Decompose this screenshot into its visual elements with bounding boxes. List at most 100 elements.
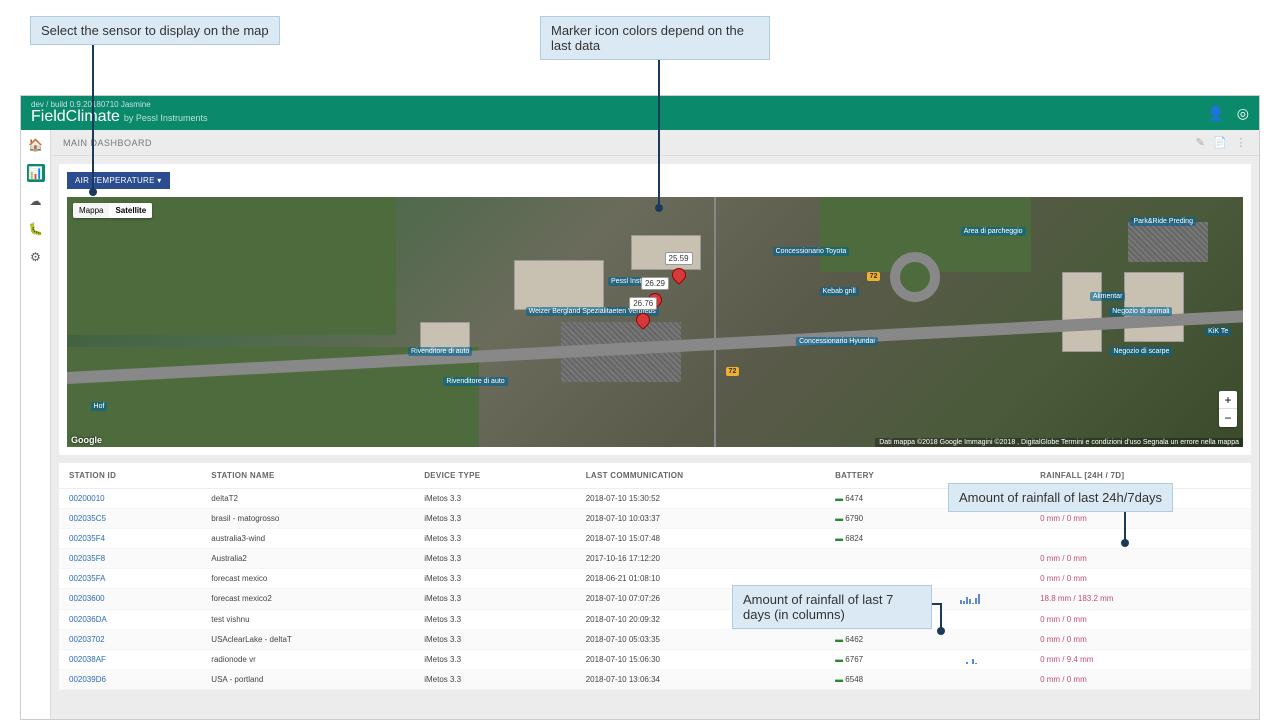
col-station-name[interactable]: STATION NAME	[201, 463, 414, 489]
annotation-dot	[89, 188, 97, 196]
sensor-select-button[interactable]: AIR TEMPERATURE	[67, 172, 170, 189]
annotation-line	[658, 60, 660, 208]
station-name-cell: deltaT2	[201, 489, 414, 509]
device-type-cell: iMetos 3.3	[414, 509, 575, 529]
copy-icon[interactable]: 📄	[1213, 136, 1227, 149]
left-nav: 🏠 📊 ☁ 🐛 ⚙	[21, 130, 51, 719]
battery-cell: 6474	[825, 489, 950, 509]
annotation-dot	[655, 204, 663, 212]
edit-icon[interactable]: ✎	[1196, 136, 1206, 149]
rainfall-spark-cell	[950, 529, 1030, 549]
map-view[interactable]: 72 72 Pessl Instrum Weizer Bergland Spez…	[67, 197, 1243, 447]
map-poi: Hof	[91, 402, 108, 411]
annotation-rainfall-24h: Amount of rainfall of last 24h/7days	[948, 483, 1173, 512]
station-id-link[interactable]: 002035F4	[69, 534, 105, 543]
device-type-cell: iMetos 3.3	[414, 549, 575, 569]
station-name-cell: USA - portland	[201, 670, 414, 690]
content-area: MAIN DASHBOARD ✎ 📄 ⋮ AIR TEMPERATURE	[51, 130, 1259, 719]
col-station-id[interactable]: STATION ID	[59, 463, 201, 489]
map-poi: Rivenditore di auto	[443, 377, 507, 386]
rainfall-spark-cell	[950, 569, 1030, 589]
device-type-cell: iMetos 3.3	[414, 569, 575, 589]
battery-cell: 6548	[825, 670, 950, 690]
station-id-link[interactable]: 00203702	[69, 635, 105, 644]
last-comm-cell: 2018-07-10 05:03:35	[576, 629, 825, 649]
marker-pin-icon	[633, 310, 653, 330]
more-icon[interactable]: ⋮	[1236, 136, 1248, 149]
device-type-cell: iMetos 3.3	[414, 670, 575, 690]
last-comm-cell: 2018-07-10 13:06:34	[576, 670, 825, 690]
rainfall-spark-cell	[950, 609, 1030, 629]
zoom-out-button[interactable]: −	[1219, 409, 1237, 427]
station-id-link[interactable]: 002036DA	[69, 615, 107, 624]
map-zoom-controls: + −	[1219, 391, 1237, 427]
station-id-link[interactable]: 002035C5	[69, 514, 106, 523]
nav-chart-icon[interactable]: 📊	[27, 164, 45, 182]
road-label: 72	[726, 367, 740, 376]
brand-sub: by Pessl Instruments	[124, 113, 208, 123]
sparkline-icon	[960, 594, 981, 604]
last-comm-cell: 2018-07-10 15:07:48	[576, 529, 825, 549]
rainfall-spark-cell	[950, 589, 1030, 610]
zoom-in-button[interactable]: +	[1219, 391, 1237, 409]
map-road	[714, 197, 716, 447]
station-id-link[interactable]: 002039D6	[69, 675, 106, 684]
rainfall-cell	[1030, 529, 1251, 549]
nav-bug-icon[interactable]: 🐛	[27, 220, 45, 238]
annotation-marker-colors: Marker icon colors depend on the last da…	[540, 16, 770, 60]
station-name-cell: australia3-wind	[201, 529, 414, 549]
device-type-cell: iMetos 3.3	[414, 529, 575, 549]
rainfall-cell: 18.8 mm / 183.2 mm	[1030, 589, 1251, 610]
table-row: 002035F8Australia2iMetos 3.32017-10-16 1…	[59, 549, 1251, 569]
marker-label: 26.29	[641, 277, 669, 290]
station-id-link[interactable]: 00203600	[69, 594, 105, 603]
dashboard-title: MAIN DASHBOARD	[63, 138, 152, 148]
last-comm-cell: 2018-07-10 15:30:52	[576, 489, 825, 509]
map-poi: Negozio di animali	[1109, 307, 1172, 316]
rainfall-spark-cell	[950, 629, 1030, 649]
station-name-cell: radionode vr	[201, 649, 414, 669]
map-poi: Kebab grill	[820, 287, 859, 296]
station-name-cell: USAclearLake - deltaT	[201, 629, 414, 649]
station-name-cell: forecast mexico2	[201, 589, 414, 610]
table-row: 002038AFradionode vriMetos 3.32018-07-10…	[59, 649, 1251, 669]
rainfall-cell: 0 mm / 0 mm	[1030, 609, 1251, 629]
station-id-link[interactable]: 002035F8	[69, 554, 105, 563]
station-name-cell: brasil - matogrosso	[201, 509, 414, 529]
marker-pin-icon	[669, 265, 689, 285]
nav-settings-icon[interactable]: ⚙	[27, 248, 45, 266]
station-id-link[interactable]: 00200010	[69, 494, 105, 503]
col-last-comm[interactable]: LAST COMMUNICATION	[576, 463, 825, 489]
map-type-map[interactable]: Mappa	[73, 203, 109, 218]
device-type-cell: iMetos 3.3	[414, 629, 575, 649]
rainfall-cell: 0 mm / 0 mm	[1030, 569, 1251, 589]
map-roundabout	[890, 252, 940, 302]
map-marker[interactable]: 26.76	[629, 299, 657, 327]
map-poi: Rivenditore di auto	[408, 347, 472, 356]
nav-cloud-icon[interactable]: ☁	[27, 192, 45, 210]
station-id-link[interactable]: 002035FA	[69, 574, 105, 583]
rainfall-spark-cell	[950, 670, 1030, 690]
map-type-toggle[interactable]: Mappa Satellite	[73, 203, 152, 218]
map-poi: Alimentar	[1090, 292, 1126, 301]
device-type-cell: iMetos 3.3	[414, 609, 575, 629]
nav-home-icon[interactable]: 🏠	[27, 136, 45, 154]
station-name-cell: forecast mexico	[201, 569, 414, 589]
annotation-sensor-select: Select the sensor to display on the map	[30, 16, 280, 45]
battery-cell: 6824	[825, 529, 950, 549]
station-id-link[interactable]: 002038AF	[69, 655, 106, 664]
map-parking	[1128, 222, 1208, 262]
app-frame: dev / build 0.9.20180710 Jasmine FieldCl…	[20, 95, 1260, 720]
device-type-cell: iMetos 3.3	[414, 589, 575, 610]
map-poi: Concessionario Hyundai	[796, 337, 878, 346]
map-provider-logo: Google	[71, 435, 102, 445]
table-row: 002036DAtest vishnuiMetos 3.32018-07-10 …	[59, 609, 1251, 629]
signal-icon[interactable]: ◎	[1237, 105, 1249, 122]
map-poi: Area di parcheggio	[961, 227, 1026, 236]
map-building	[1062, 272, 1102, 352]
map-type-satellite[interactable]: Satellite	[109, 203, 152, 218]
col-device-type[interactable]: DEVICE TYPE	[414, 463, 575, 489]
user-icon[interactable]: 👤	[1207, 105, 1224, 122]
col-battery[interactable]: BATTERY	[825, 463, 950, 489]
station-name-cell: test vishnu	[201, 609, 414, 629]
